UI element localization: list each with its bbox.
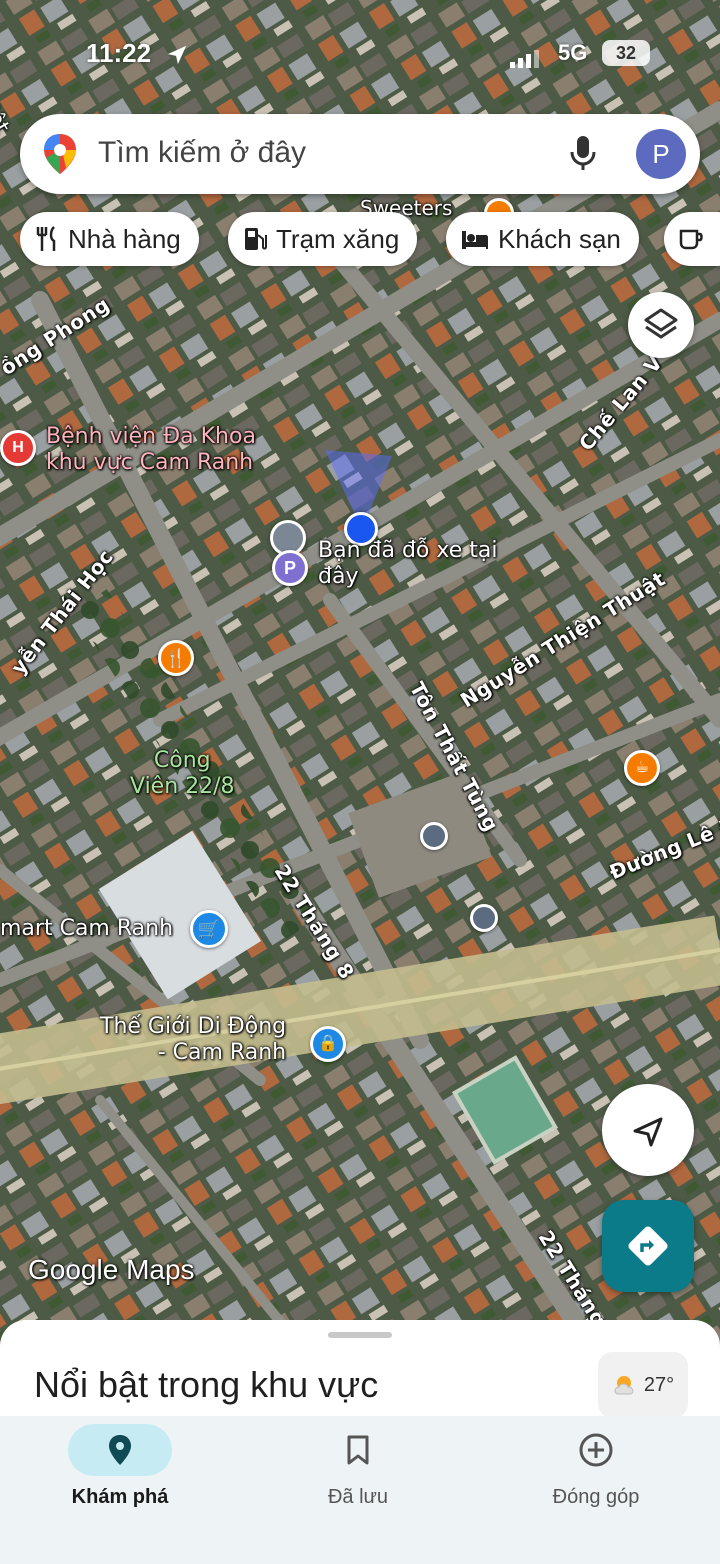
location-arrow-icon — [166, 42, 188, 73]
bookmark-icon — [347, 1435, 369, 1465]
chip-label: Trạm xăng — [276, 223, 400, 254]
network-type: 5G — [558, 40, 588, 65]
chip-restaurants[interactable]: Nhà hàng — [20, 212, 199, 266]
nav-contribute-pill — [544, 1424, 648, 1476]
restaurant-marker[interactable]: 🍴 — [158, 640, 194, 676]
gas-station-icon — [245, 228, 267, 250]
search-input[interactable]: Tìm kiếm ở đây — [98, 136, 306, 170]
bottom-navigation: Khám phá Đã lưu Đóng góp — [0, 1416, 720, 1564]
google-maps-pin-icon — [42, 132, 78, 181]
hotel-icon — [462, 231, 488, 249]
shopping-marker[interactable]: 🛒 — [190, 910, 228, 948]
chip-cafes[interactable] — [664, 212, 720, 266]
add-circle-icon — [579, 1433, 613, 1467]
my-location-button[interactable] — [602, 1084, 694, 1176]
restaurant-icon — [36, 226, 56, 251]
bottom-sheet[interactable]: Nổi bật trong khu vực 27° — [0, 1320, 720, 1420]
temperature: 27° — [643, 1373, 675, 1396]
chip-gas-stations[interactable]: Trạm xăng — [228, 212, 418, 266]
explore-pin-icon — [109, 1435, 131, 1465]
bus-stop-marker-1[interactable] — [420, 822, 448, 850]
hospital-marker[interactable]: H — [0, 430, 36, 466]
chip-label: Nhà hàng — [68, 223, 181, 254]
label-parked-message: Bạn đã đỗ xe tại đây — [318, 538, 498, 590]
category-chips: Nhà hàng Trạm xăng Khách sạn — [20, 212, 720, 266]
status-time: 11:22 — [86, 38, 152, 68]
parking-marker[interactable]: P — [272, 550, 308, 586]
coffee-icon — [679, 229, 703, 250]
bus-stop-marker-2[interactable] — [470, 904, 498, 932]
directions-icon — [628, 1226, 668, 1266]
label-park: Công Viên 22/8 — [130, 748, 235, 800]
nav-contribute-label: Đóng góp — [552, 1486, 640, 1508]
partly-cloudy-icon — [614, 1376, 634, 1395]
nav-contribute[interactable]: Đóng góp — [496, 1424, 696, 1534]
google-maps-attribution: Google Maps — [28, 1254, 195, 1285]
layers-icon — [644, 308, 678, 339]
directions-button[interactable] — [602, 1200, 694, 1292]
nav-explore[interactable]: Khám phá — [20, 1424, 220, 1534]
nav-saved-label: Đã lưu — [327, 1486, 389, 1508]
nav-explore-pill — [68, 1424, 172, 1476]
chip-label: Khách sạn — [498, 223, 621, 254]
nav-explore-label: Khám phá — [71, 1486, 169, 1508]
signal-icon — [510, 44, 540, 75]
avatar[interactable]: P — [636, 129, 686, 179]
microphone-icon[interactable] — [568, 134, 598, 179]
weather-chip[interactable]: 27° — [598, 1352, 688, 1418]
chip-hotels[interactable]: Khách sạn — [446, 212, 639, 266]
label-mart: mart Cam Ranh — [0, 916, 174, 941]
store-marker[interactable]: 🔒 — [310, 1026, 346, 1062]
navigation-arrow-icon — [633, 1117, 663, 1147]
sheet-title: Nổi bật trong khu vực — [34, 1364, 379, 1405]
label-the-gioi-di-dong: Thế Giới Di Động - Cam Ranh — [100, 1014, 287, 1066]
label-hospital: Bệnh viện Đa Khoa khu vực Cam Ranh — [46, 424, 256, 476]
status-bar: 11:22 5G 32 — [0, 36, 720, 70]
battery-indicator: 32 — [602, 40, 650, 66]
search-bar[interactable]: Tìm kiếm ở đây P — [20, 114, 700, 194]
layers-button[interactable] — [628, 292, 694, 358]
sheet-drag-handle[interactable] — [328, 1332, 392, 1338]
nav-saved[interactable]: Đã lưu — [258, 1424, 458, 1534]
nav-saved-pill — [306, 1424, 410, 1476]
cafe-marker[interactable]: ☕ — [624, 750, 660, 786]
